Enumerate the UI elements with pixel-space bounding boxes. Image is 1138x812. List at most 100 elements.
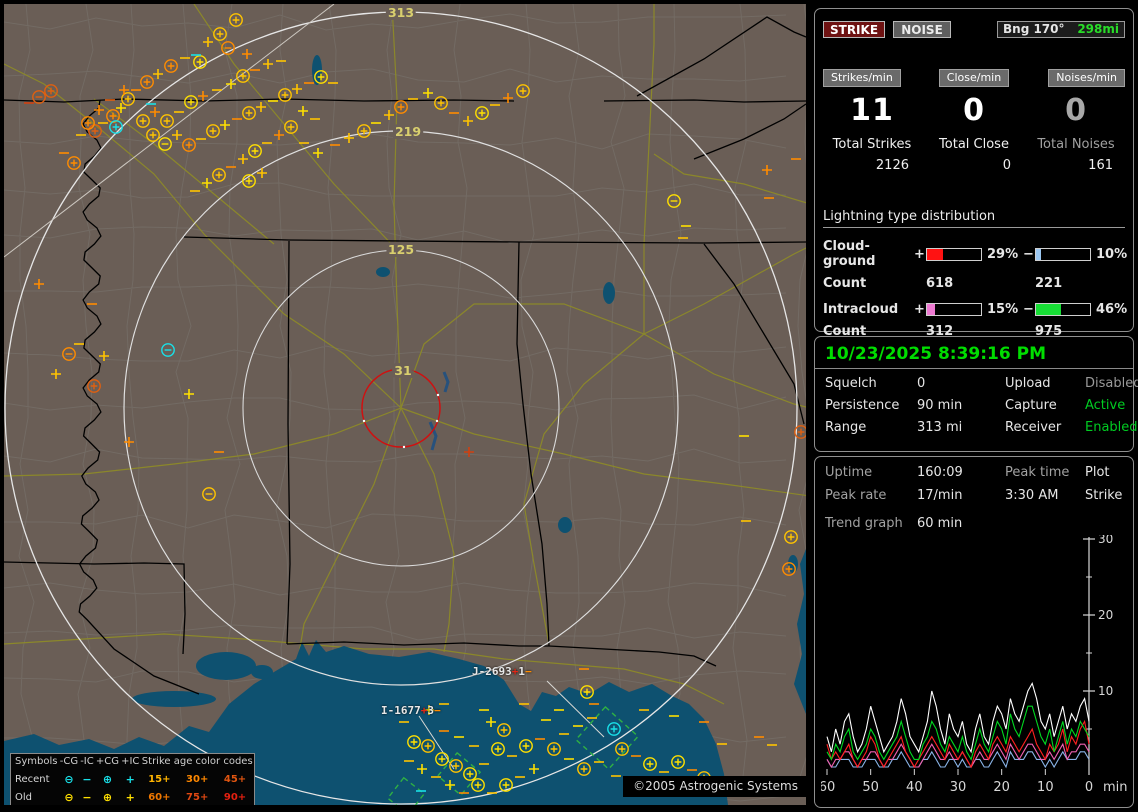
cg-plus-count: 618 bbox=[926, 276, 954, 291]
storm-cell-label-i1677: I-1677+3− bbox=[381, 704, 441, 717]
ic-plus-pct: 15% bbox=[987, 302, 1019, 317]
strike-mode-button[interactable]: STRIKE bbox=[823, 21, 885, 38]
lightning-distribution: Lightning type distribution Cloud-ground… bbox=[823, 209, 1128, 339]
trend-graph-label: Trend graph bbox=[825, 516, 903, 531]
legend-header-row: Symbols -CG -IC +CG +IC Strike age color… bbox=[11, 754, 254, 771]
noises-per-min-column: Noises/min 0 Total Noises 161 bbox=[1025, 69, 1127, 173]
plot-label: Plot bbox=[1085, 465, 1110, 480]
peak-time-label: Peak time bbox=[1005, 465, 1070, 480]
legend-age-90+: 90+ bbox=[223, 791, 247, 803]
ring-label-313: 313 bbox=[388, 5, 414, 20]
x-tick-label: 40 bbox=[906, 780, 923, 795]
legend-symbol-circle-minus-icon: ⊖ bbox=[64, 773, 74, 787]
strikes-per-min-value: 11 bbox=[850, 93, 894, 128]
total-strikes-label: Total Strikes bbox=[832, 137, 912, 152]
upload-label: Upload bbox=[1005, 376, 1051, 391]
plot-mode-value: Strike bbox=[1085, 488, 1123, 503]
ring-label-31: 31 bbox=[394, 363, 411, 378]
legend-age-label: Old bbox=[15, 791, 32, 803]
legend-age-30+: 30+ bbox=[186, 773, 209, 785]
ring-label-125: 125 bbox=[388, 242, 414, 257]
legend-symbols-header: Symbols bbox=[15, 756, 58, 768]
squelch-value: 0 bbox=[917, 376, 926, 391]
cloud-ground-row: Cloud-ground + 29% − 10% bbox=[823, 239, 1128, 269]
bearing-label: Bng 170° bbox=[1003, 22, 1065, 36]
datetime-display: 10/23/2025 8:39:16 PM bbox=[815, 337, 1133, 369]
total-strikes-value: 2126 bbox=[875, 158, 909, 173]
receiver-status: Enabled bbox=[1085, 420, 1138, 435]
cg-minus-count: 221 bbox=[1035, 276, 1063, 291]
total-close-value: 0 bbox=[1002, 158, 1011, 173]
peak-rate-value: 17/min bbox=[917, 488, 963, 503]
legend-age-45+: 45+ bbox=[223, 773, 247, 785]
y-tick-label: 30 bbox=[1098, 535, 1113, 546]
x-tick-label: 60 bbox=[821, 780, 835, 795]
cg-plus-pct: 29% bbox=[987, 246, 1019, 262]
ic-minus-pct: 46% bbox=[1096, 302, 1128, 317]
trend-series-total-strikes bbox=[826, 681, 1090, 754]
storm-cell-label-j2693: J-2693+1− bbox=[472, 665, 532, 678]
storm-id: I-1677 bbox=[381, 704, 421, 717]
statistics-panel: STRIKE NOISE Bng 170° 298mi Strikes/min … bbox=[814, 8, 1134, 339]
trend-graph: 10 20 30 60 50 40 30 20 10 0 min bbox=[819, 532, 1128, 803]
noises-per-min-chip: Noises/min bbox=[1048, 69, 1125, 87]
minus-sign: − bbox=[1023, 246, 1034, 262]
range-value: 313 mi bbox=[917, 420, 963, 435]
noise-mode-button[interactable]: NOISE bbox=[893, 21, 951, 38]
legend-symbol-minus-icon: − bbox=[82, 791, 92, 805]
close-per-min-chip: Close/min bbox=[938, 69, 1010, 87]
legend-col-pcg: +CG bbox=[95, 756, 119, 768]
ring-label-219: 219 bbox=[395, 124, 421, 139]
storm-count: 3 bbox=[427, 704, 434, 717]
map-legend: Symbols -CG -IC +CG +IC Strike age color… bbox=[10, 753, 255, 805]
peak-rate-row: Peak rate 17/min 3:30 AM Strike bbox=[815, 488, 1133, 503]
legend-age-75+: 75+ bbox=[186, 791, 209, 803]
legend-col-ncg: -CG bbox=[59, 756, 79, 768]
upload-status: Disabled bbox=[1085, 376, 1138, 391]
x-tick-label: 30 bbox=[950, 780, 967, 795]
legend-col-pic: +IC bbox=[121, 756, 140, 768]
intracloud-label: Intracloud bbox=[823, 302, 899, 317]
trend-graph-row: Trend graph 60 min bbox=[815, 516, 1133, 531]
persistence-value: 90 min bbox=[917, 398, 963, 413]
capture-label: Capture bbox=[1005, 398, 1057, 413]
bearing-readout: Bng 170° 298mi bbox=[997, 21, 1125, 38]
plus-sign: + bbox=[914, 302, 925, 317]
legend-old-row: Old ⊖ − ⊕ +60+ 75+ 90+ bbox=[11, 789, 254, 805]
x-tick-label: 10 bbox=[1037, 780, 1054, 795]
trend-series-ic- bbox=[826, 742, 1090, 769]
uptime-value: 160:09 bbox=[917, 465, 963, 480]
total-close-label: Total Close bbox=[939, 137, 1009, 152]
x-tick-label: 20 bbox=[993, 780, 1010, 795]
rate-columns: Strikes/min 11 Total Strikes 2126 Close/… bbox=[821, 69, 1127, 173]
range-label: Range bbox=[825, 420, 867, 435]
map-canvas: 313 219 125 31 bbox=[4, 4, 806, 805]
legend-recent-row: Recent ⊖ − ⊕ +15+ 30+ 45+ bbox=[11, 771, 254, 789]
uptime-label: Uptime bbox=[825, 465, 873, 480]
legend-age-15+: 15+ bbox=[148, 773, 171, 785]
cg-minus-pct: 10% bbox=[1096, 246, 1128, 262]
y-tick-label: 20 bbox=[1098, 608, 1113, 622]
status-row-range: Range 313 mi Receiver Enabled bbox=[815, 420, 1138, 435]
x-tick-label: 0 bbox=[1085, 780, 1093, 795]
strikes-per-min-column: Strikes/min 11 Total Strikes 2126 bbox=[821, 69, 923, 173]
receiver-label: Receiver bbox=[1005, 420, 1062, 435]
copyright-text: ©2005 Astrogenic Systems bbox=[623, 776, 806, 797]
status-row-squelch: Squelch 0 Upload Disabled bbox=[815, 376, 1138, 391]
total-noises-value: 161 bbox=[1088, 158, 1113, 173]
storm-trend-icon: − bbox=[525, 665, 532, 678]
storm-trend-icon: − bbox=[434, 704, 441, 717]
capture-status: Active bbox=[1085, 398, 1126, 413]
plus-sign: + bbox=[914, 246, 925, 262]
lightning-map[interactable]: 313 219 125 31 J-2693+1− I-1677+3− Symbo… bbox=[4, 4, 806, 805]
legend-symbol-circle-plus-icon: ⊕ bbox=[102, 791, 113, 805]
x-axis-unit: min bbox=[1103, 780, 1127, 795]
peak-time-value: 3:30 AM bbox=[1005, 488, 1059, 503]
total-noises-label: Total Noises bbox=[1037, 137, 1115, 152]
squelch-label: Squelch bbox=[825, 376, 877, 391]
trend-window-value: 60 min bbox=[917, 516, 963, 531]
storm-count: 1 bbox=[518, 665, 525, 678]
uptime-row: Uptime 160:09 Peak time Plot bbox=[815, 465, 1133, 480]
peak-rate-label: Peak rate bbox=[825, 488, 887, 503]
close-per-min-column: Close/min 0 Total Close 0 bbox=[923, 69, 1025, 173]
